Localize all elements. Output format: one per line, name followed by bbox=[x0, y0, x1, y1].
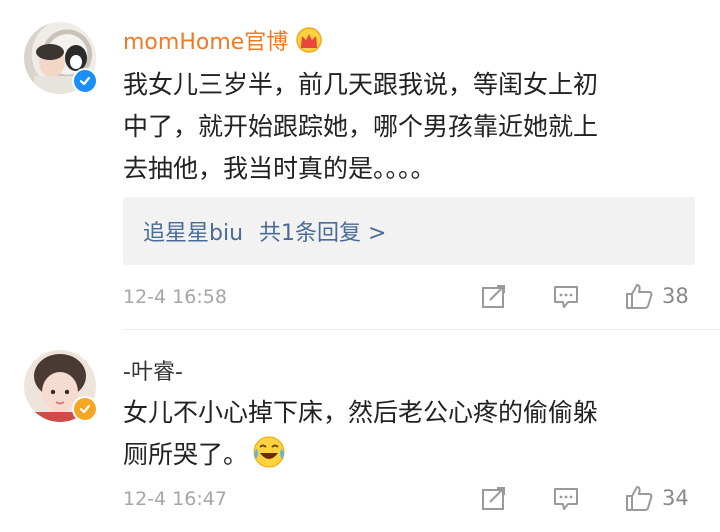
avatar[interactable] bbox=[24, 350, 98, 422]
reply-preview[interactable]: 追星星biu 共1条回复 bbox=[123, 197, 695, 265]
laugh-cry-emoji-icon bbox=[252, 435, 286, 482]
comment-button[interactable] bbox=[552, 284, 580, 310]
verified-badge-icon bbox=[72, 396, 98, 422]
comment-line: 我女儿三岁半，前几天跟我说，等闺女上初 bbox=[123, 70, 599, 99]
username-text[interactable]: momHome官博 bbox=[123, 30, 288, 55]
comment-time: 12-4 16:58 bbox=[123, 286, 227, 308]
comment-item: momHome官博 我女儿三岁半，前几天跟我说，等闺女上初 中了，就开始跟踪她，… bbox=[0, 0, 720, 330]
like-count: 34 bbox=[662, 486, 689, 510]
comment-text: 女儿不小心掉下床，然后老公心疼的偷偷躲 厕所哭了。 bbox=[123, 392, 683, 482]
comment-line: 去抽他，我当时真的是。。。。 bbox=[123, 154, 436, 183]
reply-author[interactable]: 追星星biu bbox=[143, 215, 243, 247]
comment-time: 12-4 16:47 bbox=[123, 488, 227, 510]
comment-text: 我女儿三岁半，前几天跟我说，等闺女上初 中了，就开始跟踪她，哪个男孩靠近她就上 … bbox=[123, 64, 683, 190]
thumbs-up-icon bbox=[626, 284, 653, 309]
comment-line: 女儿不小心掉下床，然后老公心疼的偷偷躲 bbox=[123, 398, 599, 427]
username-link[interactable]: -叶睿- bbox=[123, 354, 183, 386]
like-button[interactable]: 38 bbox=[624, 282, 689, 310]
comment-icon bbox=[554, 286, 578, 308]
crown-badge-icon bbox=[294, 27, 324, 59]
comment-button[interactable] bbox=[552, 486, 580, 512]
thumbs-up-icon bbox=[626, 486, 653, 511]
comment-icon bbox=[554, 488, 578, 510]
comment-line: 中了，就开始跟踪她，哪个男孩靠近她就上 bbox=[123, 112, 599, 141]
comment-item: -叶睿- 女儿不小心掉下床，然后老公心疼的偷偷躲 厕所哭了。 12-4 16:4… bbox=[0, 330, 720, 532]
like-button[interactable]: 34 bbox=[624, 484, 689, 512]
avatar[interactable] bbox=[24, 22, 98, 94]
reply-count-link[interactable]: 共1条回复 bbox=[259, 215, 386, 247]
username-text[interactable]: -叶睿- bbox=[123, 360, 183, 385]
like-count: 38 bbox=[662, 284, 689, 308]
username-link[interactable]: momHome官博 bbox=[123, 24, 324, 59]
share-icon bbox=[482, 487, 505, 510]
share-button[interactable] bbox=[480, 284, 508, 310]
verified-badge-icon bbox=[72, 68, 98, 94]
share-button[interactable] bbox=[480, 486, 508, 512]
comment-line: 厕所哭了。 bbox=[123, 440, 249, 469]
share-icon bbox=[482, 285, 505, 308]
